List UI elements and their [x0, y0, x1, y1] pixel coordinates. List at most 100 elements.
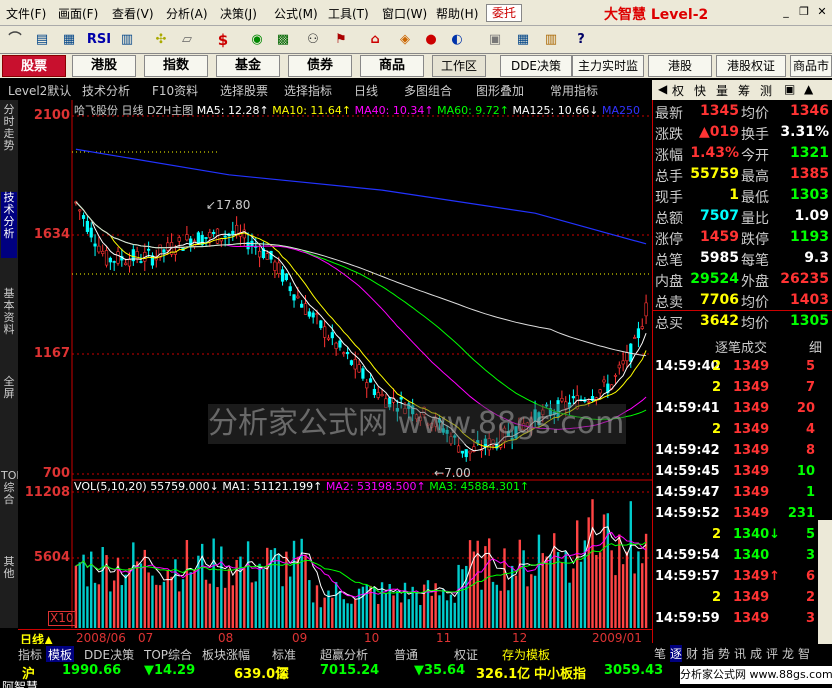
diamond-icon[interactable]: ◈ [394, 29, 416, 51]
home-icon[interactable]: ⌂ [364, 29, 386, 51]
minimize-icon[interactable]: _ [780, 6, 792, 18]
tab-save-template[interactable]: 存为模板 [502, 646, 550, 663]
fb-f10[interactable]: F10资料 [152, 82, 198, 99]
chart-grid-icon[interactable]: ▤ [31, 29, 53, 51]
restore-icon[interactable]: ❐ [798, 6, 810, 18]
ctl-exright[interactable]: ◀ [658, 82, 667, 96]
right-tab[interactable]: 成 [750, 645, 762, 662]
calendar-icon[interactable]: ▦ [512, 29, 534, 51]
tab-template[interactable]: 模板 [46, 646, 75, 663]
fb-period[interactable]: 日线 [354, 82, 378, 99]
right-tab[interactable]: 势 [718, 645, 730, 662]
circle-icon[interactable]: ● [420, 29, 442, 51]
candle-icon[interactable]: ▥ [116, 29, 138, 51]
stack-icon[interactable]: ▩ [272, 29, 294, 51]
ctl-right[interactable]: 权 [672, 82, 684, 99]
fb-overlay[interactable]: 图形叠加 [476, 82, 524, 99]
volume-bar [204, 579, 208, 628]
menu-view[interactable]: 查看(V) [112, 5, 154, 22]
nav-stocks[interactable]: 股票 [2, 55, 66, 77]
right-tab[interactable]: 指 [702, 645, 714, 662]
tab-indicator[interactable]: 指标 [18, 646, 42, 663]
right-tab[interactable]: 龙 [782, 645, 794, 662]
tab-standard[interactable]: 标准 [272, 646, 296, 663]
tab-superwin[interactable]: 超赢分析 [320, 646, 368, 663]
nav-commodity2[interactable]: 商品市 [790, 55, 832, 77]
menu-file[interactable]: 文件(F) [6, 5, 46, 22]
expand-icon[interactable]: ▣ [784, 82, 795, 96]
bottom-text: 阿智慧 [2, 680, 39, 688]
volume-bar [487, 538, 491, 628]
fb-level2[interactable]: Level2默认 [8, 82, 71, 99]
flag-icon[interactable]: ⚑ [330, 29, 352, 51]
right-tab[interactable]: 智 [798, 645, 810, 662]
nav-fund[interactable]: 基金 [216, 55, 280, 77]
volume-bar [289, 576, 292, 628]
right-tab[interactable]: 笔 [654, 645, 666, 662]
stab-intraday[interactable]: 分时走势 [1, 104, 17, 164]
nav-hk2[interactable]: 港股 [648, 55, 712, 77]
ctl-vol[interactable]: 量 [716, 82, 728, 99]
menu-view-screen[interactable]: 画面(F) [58, 5, 98, 22]
menu-decision[interactable]: 决策(J) [220, 5, 257, 22]
traffic-icon[interactable]: ◉ [246, 29, 268, 51]
nav-dde[interactable]: DDE决策 [500, 55, 572, 77]
chart-table-icon[interactable]: ▦ [58, 29, 80, 51]
fb-common[interactable]: 常用指标 [550, 82, 598, 99]
right-tab[interactable]: 讯 [734, 645, 746, 662]
menu-help[interactable]: 帮助(H) [436, 5, 478, 22]
tab-warrant[interactable]: 权证 [454, 646, 478, 663]
tab-normal[interactable]: 普通 [394, 646, 418, 663]
books-icon[interactable]: ▥ [540, 29, 562, 51]
menu-tools[interactable]: 工具(T) [328, 5, 369, 22]
volume-bar [426, 580, 430, 628]
up-icon[interactable]: ▲ [804, 82, 813, 96]
fb-select-indicator[interactable]: 选择指标 [284, 82, 332, 99]
right-tab[interactable]: 评 [766, 645, 778, 662]
help-icon[interactable]: ? [570, 29, 592, 51]
binoculars-icon[interactable]: ⚇ [302, 29, 324, 51]
crosshair-icon[interactable]: ✣ [150, 29, 172, 51]
right-tab[interactable]: 逐 [670, 645, 683, 662]
ball-icon[interactable]: ◐ [446, 29, 468, 51]
rsi-icon[interactable]: RSI [86, 29, 112, 51]
menu-formula[interactable]: 公式(M) [274, 5, 318, 22]
stab-top[interactable]: TOP综合 [1, 470, 23, 530]
trade-detail-button[interactable]: 细 [809, 337, 822, 356]
ctl-chips[interactable]: 筹 [738, 82, 750, 99]
fb-select-stock[interactable]: 选择股票 [220, 82, 268, 99]
volume-bar [598, 552, 602, 628]
nav-mainforce[interactable]: 主力实时监控 [572, 55, 644, 93]
ctl-fast[interactable]: 快 [694, 82, 706, 99]
stab-other[interactable]: 其他 [1, 556, 17, 586]
volume-bar [93, 582, 97, 628]
tab-sector[interactable]: 板块涨幅 [202, 646, 250, 663]
ruler-icon[interactable]: ▱ [176, 29, 198, 51]
nav-commodity[interactable]: 商品 [360, 55, 424, 77]
trade-button[interactable]: 委托 [486, 4, 522, 22]
stab-basic[interactable]: 基本资料 [1, 288, 17, 348]
close-icon[interactable]: ✕ [816, 6, 828, 18]
right-tab[interactable]: 财 [686, 645, 698, 662]
ctl-measure[interactable]: 测 [760, 82, 772, 99]
nav-hk-warrant[interactable]: 港股权证 [716, 55, 786, 77]
chart-line-icon[interactable]: ⌒ [4, 29, 26, 51]
candle [349, 360, 354, 365]
fb-multi[interactable]: 多图组合 [404, 82, 452, 99]
fb-tech[interactable]: 技术分析 [82, 82, 130, 99]
chart-area[interactable]: 2100 1634 1167 700 11208 5604 X10 ↙17.80… [18, 100, 652, 628]
tab-dde[interactable]: DDE决策 [84, 646, 134, 663]
nav-index[interactable]: 指数 [144, 55, 208, 77]
stab-tech[interactable]: 技术分析 [1, 192, 17, 258]
trade-price: 1349 [733, 359, 770, 374]
nav-workspace[interactable]: 工作区 [432, 55, 486, 77]
nav-hk[interactable]: 港股 [72, 55, 136, 77]
stab-fullscreen[interactable]: 全屏 [1, 376, 17, 406]
clipboard-icon[interactable]: ▣ [484, 29, 506, 51]
tab-top[interactable]: TOP综合 [144, 646, 192, 663]
nav-bond[interactable]: 债券 [288, 55, 352, 77]
dollar-icon[interactable]: $ [212, 29, 234, 51]
menu-analysis[interactable]: 分析(A) [166, 5, 208, 22]
trade-scrollbar[interactable] [818, 520, 832, 644]
menu-window[interactable]: 窗口(W) [382, 5, 427, 22]
